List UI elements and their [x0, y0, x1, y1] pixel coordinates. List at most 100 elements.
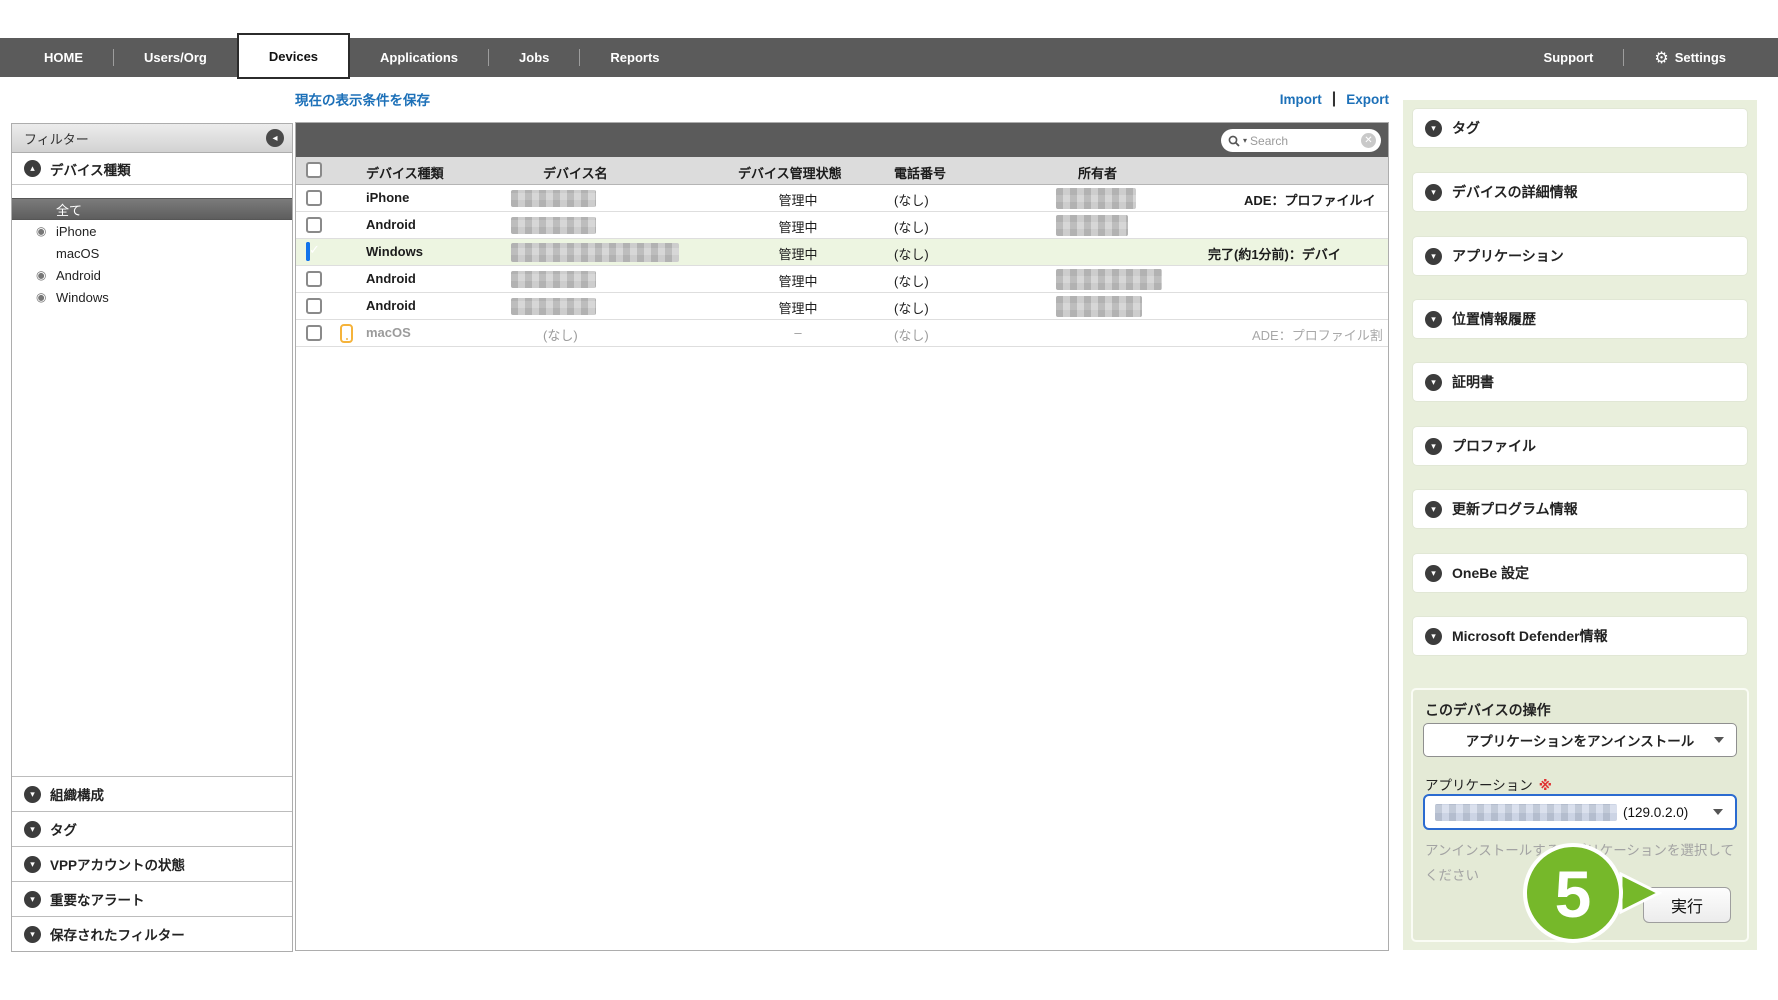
nav-reports[interactable]: Reports — [580, 38, 689, 77]
operation-action-value: アプリケーションをアンインストール — [1465, 734, 1695, 749]
cell-status: 管理中 — [778, 247, 818, 262]
section-label: 保存されたフィルター — [50, 928, 185, 943]
section-vpp-account[interactable]: ▾ VPPアカウントの状態 — [12, 846, 292, 881]
search-clear-icon[interactable]: ✕ — [1361, 133, 1376, 148]
section-saved-filters[interactable]: ▾ 保存されたフィルター — [12, 916, 292, 951]
accordion-label: 位置情報履歴 — [1452, 311, 1536, 327]
table-row-selected[interactable]: Windows 管理中 (なし) 完了(約1分前)：デバイ — [296, 239, 1388, 266]
table-row[interactable]: iPhone 管理中 (なし) ADE：プロファイルイ — [296, 185, 1388, 212]
accordion-label: Microsoft Defender情報 — [1452, 628, 1608, 644]
redacted-device-name — [511, 217, 596, 234]
table-row[interactable]: Android 管理中 (なし) — [296, 212, 1388, 239]
select-all-checkbox[interactable] — [306, 162, 322, 178]
device-type-label: iPhone — [56, 223, 97, 239]
accordion-label: OneBe 設定 — [1452, 565, 1530, 581]
device-type-iphone[interactable]: ◉ iPhone — [12, 220, 292, 242]
filter-sidebar: フィルター ◂ ▴ デバイス種類 全て ◉ iPhone macOS ◉ And… — [11, 123, 293, 952]
chevron-down-icon: ▾ — [24, 890, 41, 908]
chevron-up-icon: ▴ — [24, 160, 41, 177]
section-label: 組織構成 — [50, 788, 104, 803]
device-operation-card: このデバイスの操作 アプリケーションをアンインストール アプリケーション ※ (1… — [1411, 688, 1749, 943]
chevron-down-icon: ▾ — [1425, 119, 1442, 137]
row-checkbox[interactable] — [306, 271, 322, 287]
nav-home[interactable]: HOME — [14, 38, 113, 77]
cell-phone: (なし) — [894, 220, 929, 235]
cell-note: ADE：プロファイルイ — [1244, 193, 1376, 208]
column-owner: 所有者 — [1078, 166, 1118, 181]
nav-settings[interactable]: ⚙ Settings — [1624, 38, 1756, 77]
nav-devices-active-tab[interactable]: Devices — [236, 33, 351, 79]
device-type-all[interactable]: 全て — [12, 198, 292, 220]
device-phone-icon — [340, 324, 353, 343]
operation-action-select[interactable]: アプリケーションをアンインストール — [1423, 723, 1737, 757]
accordion-profiles[interactable]: ▾ プロファイル — [1413, 427, 1747, 465]
sidebar-bottom-sections: ▾ 組織構成 ▾ タグ ▾ VPPアカウントの状態 ▾ 重要なアラート ▾ 保存… — [12, 776, 292, 951]
accordion-applications[interactable]: ▾ アプリケーション — [1413, 237, 1747, 275]
nav-support[interactable]: Support — [1514, 38, 1624, 77]
row-checkbox[interactable] — [306, 298, 322, 314]
section-tags[interactable]: ▾ タグ — [12, 811, 292, 846]
section-critical-alerts[interactable]: ▾ 重要なアラート — [12, 881, 292, 916]
device-table: ▾ ✕ デバイス種類 デバイス名 デバイス管理状態 電話番号 所有者 iPhon… — [295, 122, 1389, 951]
redacted-owner — [1056, 269, 1162, 290]
cell-device-type: Android — [366, 298, 416, 313]
redacted-owner — [1056, 296, 1142, 317]
cell-note: 完了(約1分前)：デバイ — [1208, 247, 1341, 262]
row-checkbox[interactable] — [306, 325, 322, 341]
redacted-owner — [1056, 188, 1136, 209]
section-organization[interactable]: ▾ 組織構成 — [12, 776, 292, 811]
nav-users-org[interactable]: Users/Org — [114, 38, 237, 77]
table-row[interactable]: Android 管理中 (なし) — [296, 293, 1388, 320]
device-type-windows[interactable]: ◉ Windows — [12, 286, 292, 308]
save-view-link[interactable]: 現在の表示条件を保存 — [295, 89, 430, 109]
table-row[interactable]: Android 管理中 (なし) — [296, 266, 1388, 293]
column-device-name: デバイス名 — [543, 166, 608, 181]
section-device-type-label: デバイス種類 — [50, 162, 131, 178]
cell-device-type: macOS — [366, 325, 411, 340]
chevron-down-icon: ▾ — [1425, 183, 1442, 201]
chevron-down-icon: ▾ — [1425, 373, 1442, 391]
device-type-macos[interactable]: macOS — [12, 242, 292, 264]
row-checkbox-checked[interactable] — [306, 242, 310, 261]
accordion-device-details[interactable]: ▾ デバイスの詳細情報 — [1413, 173, 1747, 211]
chevron-down-icon: ▾ — [1425, 500, 1442, 518]
accordion-tags[interactable]: ▾ タグ — [1413, 109, 1747, 147]
row-checkbox[interactable] — [306, 217, 322, 233]
search-filter-caret-icon[interactable]: ▾ — [1243, 136, 1247, 145]
cell-device-type: Android — [366, 271, 416, 286]
nav-applications[interactable]: Applications — [350, 38, 488, 77]
row-checkbox[interactable] — [306, 190, 322, 206]
chevron-down-icon: ▾ — [24, 855, 41, 873]
import-link[interactable]: Import — [1280, 92, 1322, 107]
device-type-android[interactable]: ◉ Android — [12, 264, 292, 286]
accordion-microsoft-defender[interactable]: ▾ Microsoft Defender情報 — [1413, 617, 1747, 655]
cell-device-type: iPhone — [366, 190, 410, 205]
accordion-location-history[interactable]: ▾ 位置情報履歴 — [1413, 300, 1747, 338]
table-header-row: デバイス種類 デバイス名 デバイス管理状態 電話番号 所有者 — [296, 157, 1388, 185]
accordion-label: アプリケーション — [1452, 248, 1564, 264]
operation-title: このデバイスの操作 — [1425, 702, 1551, 718]
accordion-label: デバイスの詳細情報 — [1452, 184, 1578, 200]
accordion-onebe-settings[interactable]: ▾ OneBe 設定 — [1413, 554, 1747, 592]
chevron-down-icon — [1713, 809, 1723, 815]
application-label-text: アプリケーション — [1425, 778, 1533, 793]
cell-phone: (なし) — [894, 274, 929, 289]
application-label: アプリケーション ※ — [1425, 774, 1552, 794]
cell-phone: (なし) — [894, 301, 929, 316]
search-input[interactable] — [1250, 133, 1358, 148]
accordion-certificates[interactable]: ▾ 証明書 — [1413, 363, 1747, 401]
cell-phone: (なし) — [894, 328, 929, 343]
application-select[interactable]: (129.0.2.0) — [1423, 794, 1737, 830]
sidebar-collapse-button[interactable]: ◂ — [266, 129, 284, 147]
section-device-type[interactable]: ▴ デバイス種類 — [12, 153, 292, 185]
export-link[interactable]: Export — [1346, 92, 1389, 107]
accordion-update-programs[interactable]: ▾ 更新プログラム情報 — [1413, 490, 1747, 528]
nav-jobs[interactable]: Jobs — [489, 38, 579, 77]
bullet-icon: ◉ — [36, 268, 47, 282]
section-label: 重要なアラート — [50, 893, 145, 908]
cell-device-name: (なし) — [543, 328, 578, 343]
cell-note: ADE：プロファイル割 — [1252, 328, 1383, 343]
step-number: 5 — [1555, 857, 1592, 931]
table-row-unmanaged[interactable]: macOS (なし) – (なし) ADE：プロファイル割 — [296, 320, 1388, 347]
search-box[interactable]: ▾ ✕ — [1221, 129, 1381, 152]
